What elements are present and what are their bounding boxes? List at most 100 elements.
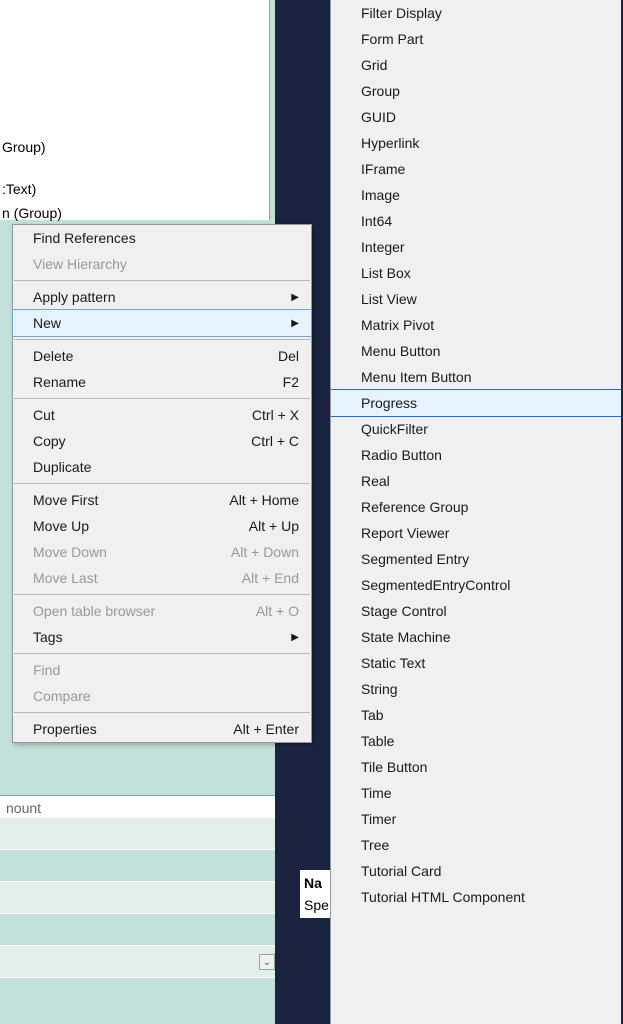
submenu-item-guid[interactable]: GUID	[331, 104, 621, 130]
submenu-item-stage-control[interactable]: Stage Control	[331, 598, 621, 624]
submenu-item-tab[interactable]: Tab	[331, 702, 621, 728]
menu-item-label: Delete	[33, 348, 73, 364]
submenu-arrow-icon: ▶	[291, 318, 299, 329]
menu-separator	[14, 712, 310, 713]
menu-item-move-last: Move LastAlt + End	[13, 565, 311, 591]
submenu-item-state-machine[interactable]: State Machine	[331, 624, 621, 650]
submenu-item-hyperlink[interactable]: Hyperlink	[331, 130, 621, 156]
table-row[interactable]	[0, 818, 275, 850]
menu-item-label: Apply pattern	[33, 289, 116, 305]
menu-item-label: Duplicate	[33, 459, 91, 475]
menu-item-label: Tags	[33, 629, 63, 645]
submenu-item-tile-button[interactable]: Tile Button	[331, 754, 621, 780]
menu-item-shortcut: Alt + Enter	[233, 721, 299, 737]
submenu-item-filter-display[interactable]: Filter Display	[331, 0, 621, 26]
submenu-item-integer[interactable]: Integer	[331, 234, 621, 260]
submenu-item-segmented-entry[interactable]: Segmented Entry	[331, 546, 621, 572]
menu-item-rename[interactable]: RenameF2	[13, 369, 311, 395]
menu-item-find: Find	[13, 657, 311, 683]
menu-separator	[14, 339, 310, 340]
submenu-item-segmentedentrycontrol[interactable]: SegmentedEntryControl	[331, 572, 621, 598]
submenu-item-real[interactable]: Real	[331, 468, 621, 494]
submenu-item-image[interactable]: Image	[331, 182, 621, 208]
submenu-item-progress[interactable]: Progress	[330, 389, 621, 417]
editor-panel: Group) :Text) n (Group)	[0, 0, 270, 220]
menu-item-find-references[interactable]: Find References	[13, 225, 311, 251]
bottom-panel-header: nount	[0, 795, 275, 820]
bottom-panel-label: nount	[6, 800, 41, 816]
submenu-item-tutorial-card[interactable]: Tutorial Card	[331, 858, 621, 884]
menu-separator	[14, 280, 310, 281]
table-row[interactable]	[0, 850, 275, 882]
menu-item-label: Open table browser	[33, 603, 155, 619]
menu-item-label: Cut	[33, 407, 55, 423]
submenu-item-grid[interactable]: Grid	[331, 52, 621, 78]
submenu-item-time[interactable]: Time	[331, 780, 621, 806]
menu-item-new[interactable]: New▶	[12, 309, 312, 337]
tree-item[interactable]: :Text)	[0, 177, 62, 201]
submenu-item-reference-group[interactable]: Reference Group	[331, 494, 621, 520]
right-peek-panel: Na Spe	[300, 870, 333, 918]
menu-item-copy[interactable]: CopyCtrl + C	[13, 428, 311, 454]
submenu-item-tree[interactable]: Tree	[331, 832, 621, 858]
menu-separator	[14, 483, 310, 484]
submenu-item-radio-button[interactable]: Radio Button	[331, 442, 621, 468]
menu-item-label: Find References	[33, 230, 136, 246]
menu-item-label: Move Up	[33, 518, 89, 534]
submenu-arrow-icon: ▶	[291, 292, 299, 303]
menu-item-shortcut: Alt + Down	[231, 544, 299, 560]
menu-item-shortcut: Alt + O	[256, 603, 299, 619]
submenu-item-static-text[interactable]: Static Text	[331, 650, 621, 676]
menu-item-properties[interactable]: Properties Alt + Enter	[13, 716, 311, 742]
tree-item[interactable]: n (Group)	[0, 201, 62, 225]
scroll-down-button[interactable]: ⌄	[259, 954, 275, 970]
submenu-item-timer[interactable]: Timer	[331, 806, 621, 832]
submenu-item-list-view[interactable]: List View	[331, 286, 621, 312]
menu-item-label: Rename	[33, 374, 86, 390]
submenu-item-form-part[interactable]: Form Part	[331, 26, 621, 52]
table-row[interactable]	[0, 914, 275, 946]
menu-item-move-up[interactable]: Move Up Alt + Up	[13, 513, 311, 539]
menu-item-delete[interactable]: Delete Del	[13, 343, 311, 369]
data-rows	[0, 818, 275, 978]
submenu-item-string[interactable]: String	[331, 676, 621, 702]
menu-item-compare: Compare	[13, 683, 311, 709]
menu-item-duplicate[interactable]: Duplicate	[13, 454, 311, 480]
menu-item-tags[interactable]: Tags▶	[13, 624, 311, 650]
menu-item-label: View Hierarchy	[33, 256, 127, 272]
submenu-item-table[interactable]: Table	[331, 728, 621, 754]
submenu-item-menu-button[interactable]: Menu Button	[331, 338, 621, 364]
submenu-item-quickfilter[interactable]: QuickFilter	[331, 416, 621, 442]
tree-item[interactable]: Group)	[0, 135, 62, 159]
menu-item-shortcut: Del	[278, 348, 299, 364]
menu-separator	[14, 653, 310, 654]
context-menu: Find References View Hierarchy Apply patte…	[12, 224, 312, 743]
menu-item-open-table-browser: Open table browser Alt + O	[13, 598, 311, 624]
table-row[interactable]	[0, 946, 275, 978]
submenu-item-tutorial-html-component[interactable]: Tutorial HTML Component	[331, 884, 621, 910]
menu-separator	[14, 398, 310, 399]
menu-item-move-down: Move DownAlt + Down	[13, 539, 311, 565]
menu-item-view-hierarchy: View Hierarchy	[13, 251, 311, 277]
submenu-item-matrix-pivot[interactable]: Matrix Pivot	[331, 312, 621, 338]
peek-line-2: Spe	[304, 894, 329, 916]
menu-item-cut[interactable]: CutCtrl + X	[13, 402, 311, 428]
submenu-item-report-viewer[interactable]: Report Viewer	[331, 520, 621, 546]
menu-item-apply-pattern[interactable]: Apply pattern ▶	[13, 284, 311, 310]
menu-separator	[14, 594, 310, 595]
submenu-item-int64[interactable]: Int64	[331, 208, 621, 234]
tree-labels: Group) :Text) n (Group)	[0, 135, 62, 225]
submenu-item-iframe[interactable]: IFrame	[331, 156, 621, 182]
menu-item-move-first[interactable]: Move FirstAlt + Home	[13, 487, 311, 513]
menu-item-shortcut: Alt + Home	[229, 492, 299, 508]
menu-item-shortcut: Alt + End	[242, 570, 299, 586]
submenu-item-menu-item-button[interactable]: Menu Item Button	[331, 364, 621, 390]
peek-line-1: Na	[304, 872, 329, 894]
menu-item-label: Copy	[33, 433, 66, 449]
menu-item-shortcut: Alt + Up	[249, 518, 299, 534]
submenu-item-group[interactable]: Group	[331, 78, 621, 104]
menu-item-label: Properties	[33, 721, 97, 737]
submenu-item-list-box[interactable]: List Box	[331, 260, 621, 286]
menu-item-label: Find	[33, 662, 60, 678]
table-row[interactable]	[0, 882, 275, 914]
